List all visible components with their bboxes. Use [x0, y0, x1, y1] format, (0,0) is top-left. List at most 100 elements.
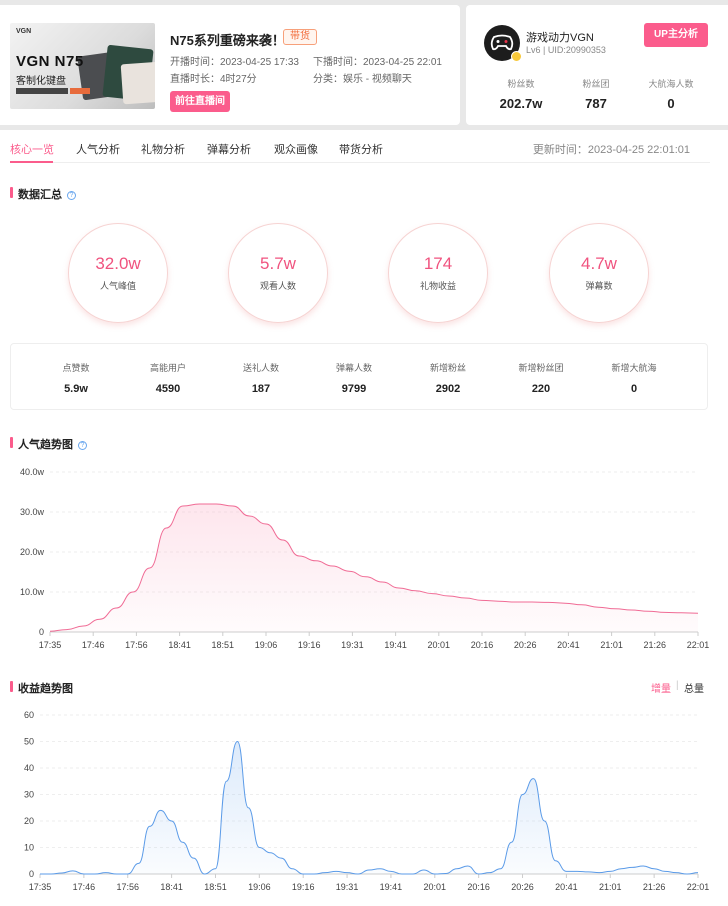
x-tick-label: 19:06 — [248, 882, 271, 892]
x-tick-label: 22:01 — [687, 640, 710, 650]
x-tick-label: 21:26 — [643, 882, 666, 892]
thumb-tag-bar — [16, 88, 68, 94]
summary-stat: 弹幕人数 9799 — [319, 361, 389, 395]
popularity-chart: 0 10.0w 20.0w 30.0w 40.0w 17:35 17:46 17:56 18:4… — [20, 467, 710, 650]
update-time: 更新时间：2023-04-25 22:01:01 — [532, 144, 690, 156]
up-analysis-button[interactable]: UP主分析 — [644, 23, 708, 47]
help-icon[interactable]: ? — [67, 191, 76, 200]
x-tick-label: 17:35 — [29, 882, 52, 892]
x-tick-label: 20:01 — [424, 882, 447, 892]
y-tick-label: 20 — [24, 816, 34, 826]
tab-danmaku[interactable]: 弹幕分析 — [207, 141, 251, 157]
x-tick-label: 20:16 — [471, 640, 494, 650]
tab-overview[interactable]: 核心一览 — [10, 141, 54, 157]
x-tick-label: 17:46 — [73, 882, 96, 892]
daihuo-tag: 带货 — [283, 29, 317, 45]
live-title[interactable]: N75系列重磅来袭！ — [170, 30, 285, 49]
x-tick-label: 19:31 — [336, 882, 359, 892]
up-stat-label: 粉丝数 — [507, 79, 535, 89]
summary-stat-label: 高能用户 — [149, 363, 186, 373]
summary-stat: 新增粉丝 2902 — [413, 361, 483, 395]
metric-label: 观看人数 — [259, 281, 296, 291]
tab-audience[interactable]: 观众画像 — [274, 141, 318, 157]
y-tick-label: 40 — [24, 763, 34, 773]
y-tick-label: 0 — [39, 627, 44, 637]
up-stat-guard: 大航海人数 0 — [636, 77, 706, 111]
metric-value: 5.7w — [260, 254, 296, 273]
income-toggle-increment[interactable]: 增量 — [651, 680, 671, 695]
summary-stat-value: 220 — [531, 383, 551, 395]
x-tick-label: 17:56 — [116, 882, 139, 892]
y-tick-label: 0 — [29, 869, 34, 879]
summary-stat: 送礼人数 187 — [226, 361, 296, 395]
goto-live-button[interactable]: 前往直播间 — [170, 91, 230, 112]
up-stat-label: 大航海人数 — [648, 79, 694, 89]
summary-stat: 新增粉丝团 220 — [506, 361, 576, 395]
thumb-brand: VGN — [16, 28, 32, 35]
summary-stat-label: 点赞数 — [62, 363, 90, 373]
series-line — [39, 740, 699, 875]
x-tick-label: 22:01 — [687, 882, 710, 892]
x-tick-label: 19:16 — [298, 640, 321, 650]
up-stat-value: 787 — [585, 96, 607, 111]
toggle-total-label[interactable]: 总量 — [684, 684, 704, 695]
up-stat-fan-club: 粉丝团 787 — [561, 77, 631, 111]
tab-sales[interactable]: 带货分析 — [339, 141, 383, 157]
summary-stat-value: 9799 — [341, 383, 367, 395]
popularity-title-text: 人气趋势图 — [18, 439, 73, 451]
x-tick-label: 20:16 — [467, 882, 490, 892]
summary-section-title: 数据汇总? — [10, 186, 76, 202]
metric-label: 礼物收益 — [419, 281, 456, 291]
summary-stat-label: 弹幕人数 — [335, 363, 372, 373]
avatar[interactable] — [484, 25, 522, 62]
y-tick-label: 30.0w — [20, 507, 45, 517]
income-toggle-total[interactable]: 总量 — [684, 680, 704, 695]
summary-stat-label: 新增粉丝团 — [518, 363, 564, 373]
y-tick-label: 30 — [24, 790, 34, 800]
help-icon[interactable]: ? — [78, 441, 87, 450]
up-level-uid: Lv6 | UID:20990353 — [526, 45, 606, 55]
summary-stat-value: 2902 — [435, 383, 461, 395]
thumb-model: VGN N75 — [16, 53, 84, 70]
tab-bar: 核心一览 人气分析 礼物分析 弹幕分析 观众画像 带货分析 更新时间：2023-… — [10, 130, 710, 163]
summary-stat-label: 新增大航海 — [611, 363, 657, 373]
x-tick-label: 19:41 — [380, 882, 403, 892]
y-tick-label: 50 — [24, 737, 34, 747]
summary-stat: 点赞数 5.9w — [41, 361, 111, 395]
verified-badge-icon — [511, 51, 522, 62]
metric-label: 人气峰值 — [99, 281, 136, 291]
x-tick-label: 17:56 — [125, 640, 148, 650]
up-stat-fans: 粉丝数 202.7w — [486, 77, 556, 111]
x-tick-label: 18:51 — [212, 640, 235, 650]
x-tick-label: 19:41 — [384, 640, 407, 650]
y-tick-label: 60 — [24, 710, 34, 720]
x-tick-label: 21:26 — [644, 640, 667, 650]
popularity-section-title: 人气趋势图? — [10, 436, 87, 452]
y-tick-label: 10.0w — [20, 587, 45, 597]
toggle-divider: | — [676, 680, 679, 691]
income-title-text: 收益趋势图 — [18, 683, 73, 695]
summary-stat-value: 187 — [251, 383, 271, 395]
up-stat-label: 粉丝团 — [582, 79, 610, 89]
toggle-increment-label[interactable]: 增量 — [651, 684, 671, 695]
metric-circle-peak: 32.0w 人气峰值 — [68, 223, 168, 323]
summary-stat-value: 5.9w — [64, 383, 88, 395]
live-thumbnail[interactable]: VGN VGN N75 客制化键盘 — [10, 23, 155, 109]
income-chart: 0 10 20 30 40 50 60 17:35 17:46 17:56 18:41 18:51 19… — [24, 710, 710, 892]
summary-stat: 新增大航海 0 — [599, 361, 669, 395]
summary-stats-box: 点赞数 5.9w 高能用户 4590 送礼人数 187 弹幕人数 9799 新增粉丝 29… — [10, 343, 708, 410]
summary-stat-value: 4590 — [155, 383, 181, 395]
tab-gift[interactable]: 礼物分析 — [141, 141, 185, 157]
summary-stat: 高能用户 4590 — [133, 361, 203, 395]
x-tick-label: 17:46 — [82, 640, 105, 650]
thumb-tag-bar — [70, 88, 90, 94]
metric-value: 174 — [423, 254, 453, 273]
x-tick-label: 20:26 — [514, 640, 537, 650]
category: 分类：娱乐 - 视频聊天 — [313, 74, 412, 85]
tab-popularity[interactable]: 人气分析 — [76, 141, 120, 157]
x-tick-label: 17:35 — [39, 640, 62, 650]
y-tick-label: 10 — [24, 843, 34, 853]
metric-value: 4.7w — [581, 254, 617, 273]
up-name[interactable]: 游戏动力VGN — [526, 29, 594, 45]
x-tick-label: 19:16 — [292, 882, 315, 892]
